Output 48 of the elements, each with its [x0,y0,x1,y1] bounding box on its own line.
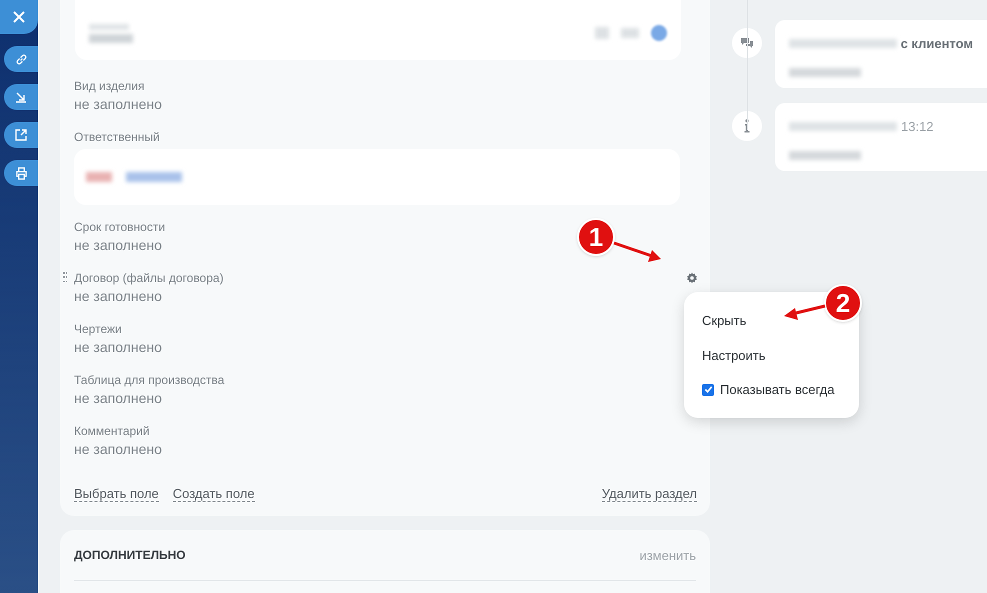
field-action-link[interactable]: Выбрать поле [74,486,159,502]
arrow-button[interactable] [4,84,38,110]
field-value: не заполнено [74,236,162,255]
external-link-icon [15,129,27,141]
field-value: не заполнено [74,287,162,306]
field-value: не заполнено [74,95,162,114]
settings-icon[interactable] [686,272,698,284]
open-external-button[interactable] [4,122,38,148]
field-value: не заполнено [74,338,162,357]
annotation-arrow [614,242,661,262]
blurred-icon [651,25,667,41]
field-label: Вид изделия [74,78,144,94]
blurred-avatar [86,172,112,182]
close-icon [13,11,25,23]
event-title: с клиентом [900,35,973,53]
blurred-text [126,172,182,182]
down-right-arrow-icon [15,91,27,103]
printer-icon [14,166,28,180]
blurred-text [89,24,129,30]
annotation-arrow [784,304,826,320]
field-label: Таблица для производства [74,372,224,388]
section-title: ДОПОЛНИТЕЛЬНО [74,547,186,564]
blurred-text [789,150,861,160]
menu-item[interactable]: Скрыть [702,310,746,332]
blurred-icon [595,27,609,39]
field-value: не заполнено [74,440,162,459]
print-button[interactable] [4,160,38,186]
chat-icon [732,28,762,58]
field-label: Срок готовности [74,219,166,235]
field-label: Комментарий [74,423,150,439]
link-icon [14,52,28,66]
menu-item[interactable]: Настроить [702,345,766,367]
delete-section-link[interactable]: Удалить раздел [602,486,697,502]
event-time: 13:12 [901,118,934,136]
field-label: Ответственный [74,129,160,145]
checkbox-option[interactable]: Показывать всегда [702,380,841,400]
close-button[interactable] [0,0,38,34]
field-action-link[interactable]: Создать поле [172,486,255,502]
link-button[interactable] [4,46,38,72]
field-label: Договор (файлы договора) [74,270,224,286]
blurred-text [789,68,861,76]
blurred-text [89,34,133,42]
field-value: не заполнено [74,389,162,408]
annotation-marker: 2 [824,284,862,322]
field-label: Чертежи [74,321,122,337]
checkbox[interactable] [702,384,714,396]
info-icon [732,111,762,141]
blurred-icon [621,28,639,38]
